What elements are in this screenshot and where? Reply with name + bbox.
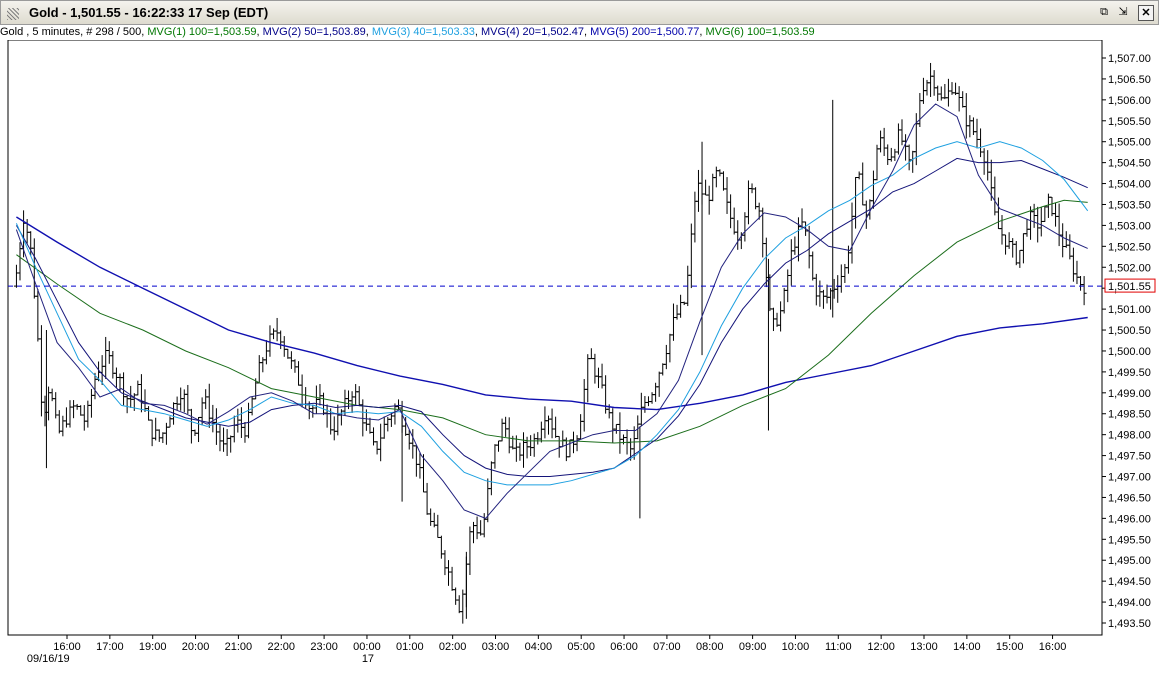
pin-icon[interactable]: ⇲ <box>1115 5 1131 21</box>
y-tick-label: 1,506.00 <box>1108 95 1151 107</box>
y-tick-label: 1,502.50 <box>1108 241 1151 253</box>
indicator-6: MVG(4) 20=1,502.47 <box>481 26 585 38</box>
window-title: Gold - 1,501.55 - 16:22:33 17 Sep (EDT) <box>29 5 269 20</box>
y-tick-label: 1,495.00 <box>1108 555 1151 567</box>
date-label: 09/16/19 <box>27 653 70 665</box>
y-tick-label: 1,497.00 <box>1108 472 1151 484</box>
price-chart[interactable]: 1,493.50 1,494.00 1,494.50 1,495.00 1,495.50… <box>0 40 1159 677</box>
x-tick-label: 16:00 <box>1039 641 1067 653</box>
indicator-0: MVG(1) 100=1,503.59 <box>147 26 257 38</box>
x-tick-label: 07:00 <box>653 641 681 653</box>
close-icon[interactable]: ✕ <box>1138 5 1154 21</box>
y-tick-label: 1,493.50 <box>1108 618 1151 630</box>
x-tick-label: 14:00 <box>953 641 981 653</box>
x-tick-label: 05:00 <box>567 641 595 653</box>
y-tick-label: 1,506.50 <box>1108 74 1151 86</box>
y-tick-label: 1,495.50 <box>1108 534 1151 546</box>
x-tick-label: 16:00 <box>53 641 81 653</box>
y-tick-label: 1,505.00 <box>1108 137 1151 149</box>
y-tick-label: 1,494.50 <box>1108 576 1151 588</box>
x-tick-label: 10:00 <box>782 641 810 653</box>
restore-icon[interactable]: ⧉ <box>1096 5 1112 21</box>
y-tick-label: 1,503.00 <box>1108 220 1151 232</box>
x-tick-label: 06:00 <box>610 641 638 653</box>
y-tick-label: 1,499.00 <box>1108 388 1151 400</box>
plot-frame <box>7 40 1103 636</box>
indicator-8: MVG(5) 200=1,500.77 <box>590 26 700 38</box>
y-tick-label: 1,496.50 <box>1108 492 1151 504</box>
x-tick-label: 00:00 <box>353 641 381 653</box>
y-tick-label: 1,505.50 <box>1108 116 1151 128</box>
y-tick-label: 1,504.50 <box>1108 158 1151 170</box>
x-tick-label: 04:00 <box>525 641 553 653</box>
x-tick-label: 17:00 <box>96 641 124 653</box>
last-price-label: 1,501.55 <box>1108 281 1151 293</box>
x-tick-label: 08:00 <box>696 641 724 653</box>
y-tick-label: 1,500.50 <box>1108 325 1151 337</box>
grip-icon[interactable] <box>7 8 19 20</box>
chart-area[interactable]: 1,493.50 1,494.00 1,494.50 1,495.00 1,495.50… <box>0 40 1159 677</box>
indicator-2: MVG(2) 50=1,503.89 <box>262 26 366 38</box>
x-tick-label: 15:00 <box>996 641 1024 653</box>
x-tick-label: 22:00 <box>267 641 295 653</box>
x-tick-label: 23:00 <box>310 641 338 653</box>
y-tick-label: 1,498.50 <box>1108 409 1151 421</box>
x-tick-label: 11:00 <box>825 641 852 653</box>
y-tick-label: 1,507.00 <box>1108 53 1151 65</box>
date-label: 17 <box>362 653 374 665</box>
x-tick-label: 12:00 <box>867 641 895 653</box>
x-tick-label: 13:00 <box>910 641 938 653</box>
y-tick-label: 1,502.00 <box>1108 262 1151 274</box>
instrument-info: Gold , 5 minutes, # 298 / 500, <box>0 26 148 38</box>
chart-legend-header: Gold , 5 minutes, # 298 / 500, MVG(1) 10… <box>0 25 1159 40</box>
x-tick-label: 20:00 <box>182 641 210 653</box>
y-tick-label: 1,500.00 <box>1108 346 1151 358</box>
x-tick-label: 02:00 <box>439 641 467 653</box>
x-tick-label: 19:00 <box>139 641 167 653</box>
y-tick-label: 1,498.00 <box>1108 430 1151 442</box>
y-tick-label: 1,497.50 <box>1108 451 1151 463</box>
x-tick-label: 09:00 <box>739 641 767 653</box>
y-tick-label: 1,496.00 <box>1108 513 1151 525</box>
title-bar: Gold - 1,501.55 - 16:22:33 17 Sep (EDT) … <box>0 0 1159 25</box>
y-tick-label: 1,504.00 <box>1108 179 1151 191</box>
indicator-4: MVG(3) 40=1,503.33 <box>371 26 475 38</box>
x-tick-label: 03:00 <box>482 641 510 653</box>
indicator-10: MVG(6) 100=1,503.59 <box>705 26 815 38</box>
x-tick-label: 21:00 <box>225 641 253 653</box>
x-tick-label: 01:00 <box>396 641 424 653</box>
y-tick-label: 1,494.00 <box>1108 597 1151 609</box>
y-tick-label: 1,501.00 <box>1108 304 1151 316</box>
y-tick-label: 1,503.50 <box>1108 199 1151 211</box>
y-tick-label: 1,499.50 <box>1108 367 1151 379</box>
